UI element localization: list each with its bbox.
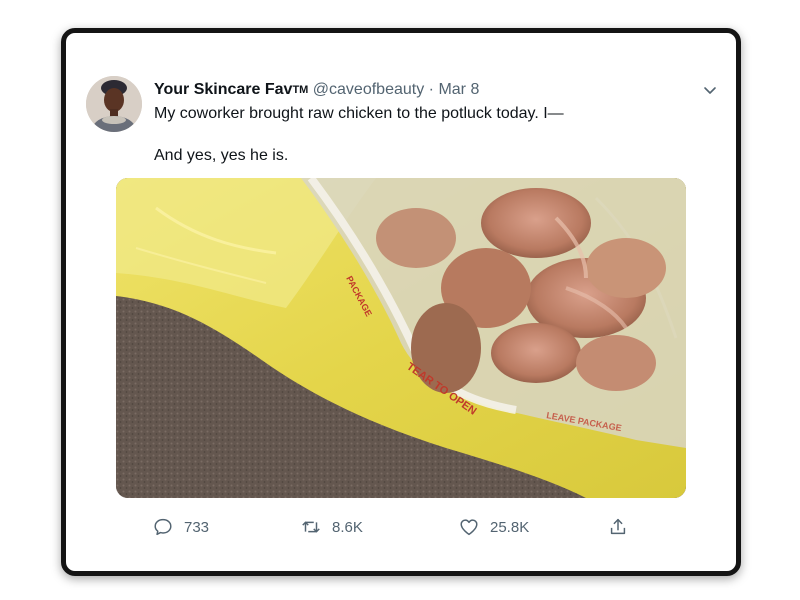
share-button[interactable] — [607, 512, 639, 542]
reply-button[interactable]: 733 — [152, 512, 209, 542]
tweet-header: Your Skincare FavTM @caveofbeauty · Mar … — [154, 80, 479, 100]
tweet-card: Your Skincare FavTM @caveofbeauty · Mar … — [61, 28, 741, 576]
chevron-down-icon — [704, 87, 716, 94]
tweet-text-line-2: And yes, yes he is. — [154, 147, 289, 164]
like-button[interactable]: 25.8K — [458, 512, 529, 542]
retweet-button[interactable]: 8.6K — [300, 512, 363, 542]
retweet-icon — [302, 521, 320, 533]
like-count: 25.8K — [490, 518, 530, 536]
heart-icon — [460, 519, 478, 536]
display-name[interactable]: Your Skincare Fav — [154, 81, 292, 98]
reply-count: 733 — [184, 518, 210, 536]
share-icon — [610, 518, 626, 535]
user-handle[interactable]: @caveofbeauty — [313, 81, 424, 98]
avatar[interactable] — [86, 76, 142, 132]
more-options-button[interactable] — [700, 80, 720, 100]
photo-raw-chicken-bag: TEAR TO OPEN LEAVE PACKAGE PACKAGE — [116, 178, 686, 498]
separator-dot: · — [428, 81, 434, 98]
tweet-photo[interactable]: TEAR TO OPEN LEAVE PACKAGE PACKAGE — [116, 178, 686, 498]
tweet-text-line-1: My coworker brought raw chicken to the p… — [154, 105, 564, 122]
tm-mark: TM — [292, 84, 309, 96]
tweet-date[interactable]: Mar 8 — [438, 81, 479, 98]
action-bar: 733 8.6K 25.8K — [152, 512, 632, 542]
retweet-count: 8.6K — [332, 518, 363, 536]
avatar-image — [86, 76, 142, 132]
reply-icon — [154, 518, 172, 536]
